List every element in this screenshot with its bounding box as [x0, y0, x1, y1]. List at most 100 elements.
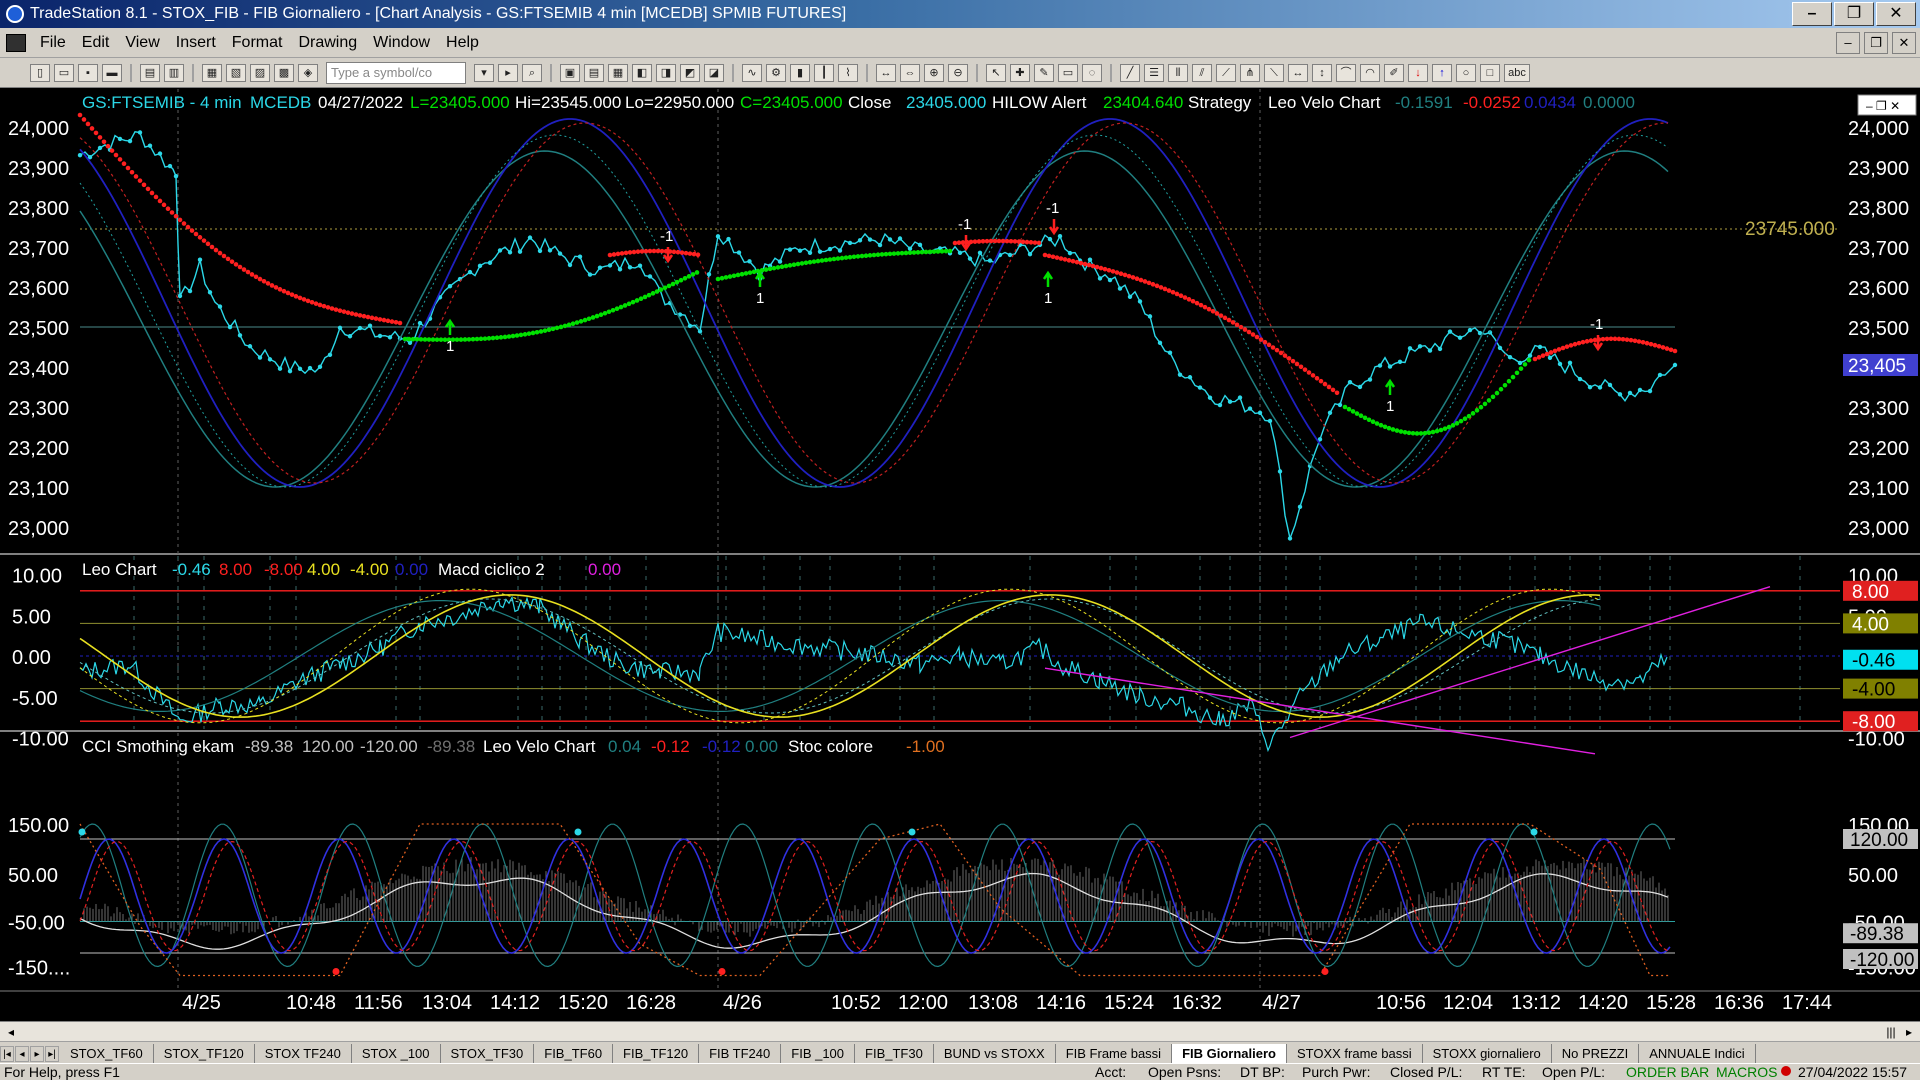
new-icon[interactable]: ▯ — [30, 63, 50, 82]
indicator-icon[interactable]: ∿ — [742, 63, 762, 82]
tab-stoxx-frame-bassi[interactable]: STOXX frame bassi — [1287, 1044, 1423, 1063]
tab-stox-tf60[interactable]: STOX_TF60 — [60, 1044, 154, 1063]
close-button[interactable]: ✕ — [1876, 2, 1916, 26]
line-chart-icon[interactable]: ⌇ — [838, 63, 858, 82]
speed-lines-icon[interactable]: ⟋ — [1216, 63, 1236, 82]
minimize-button[interactable]: – — [1792, 2, 1832, 26]
scroll-icon[interactable]: ↔ — [876, 63, 896, 82]
next-tab-icon[interactable]: ▸ — [30, 1045, 44, 1062]
paste-icon[interactable]: ▧ — [226, 63, 246, 82]
open-icon[interactable]: ▭ — [54, 63, 74, 82]
mdi-close-button[interactable]: ✕ — [1892, 32, 1916, 54]
crosshair-icon[interactable]: ✚ — [1010, 63, 1030, 82]
symbol-input[interactable]: Type a symbol/co — [326, 61, 466, 84]
tools-icon[interactable]: ✎ — [1034, 63, 1054, 82]
prev-tab-icon[interactable]: ◂ — [15, 1045, 29, 1062]
chart-analysis-icon[interactable]: ▣ — [560, 63, 580, 82]
scanner-icon[interactable]: ◧ — [632, 63, 652, 82]
expand-icon[interactable]: ⇔ — [900, 63, 920, 82]
arrow-down-red-icon[interactable]: ↓ — [1408, 63, 1428, 82]
zoom-out-icon[interactable]: ⊖ — [948, 63, 968, 82]
matrix-icon[interactable]: ▦ — [608, 63, 628, 82]
zoom-in-icon[interactable]: ⊕ — [924, 63, 944, 82]
play-icon[interactable]: ▸ — [498, 63, 518, 82]
hilow-up-dot — [1514, 370, 1520, 376]
menu-view[interactable]: View — [117, 34, 167, 52]
status-macros[interactable]: MACROS — [1716, 1064, 1777, 1080]
network-icon[interactable]: ◈ — [298, 63, 318, 82]
bar-chart-icon[interactable]: ▮ — [790, 63, 810, 82]
print-preview-icon[interactable]: ▤ — [140, 63, 160, 82]
andrews-pitchfork-icon[interactable]: ⋔ — [1240, 63, 1260, 82]
rectangle-icon[interactable]: □ — [1480, 63, 1500, 82]
trendline-icon[interactable]: ╱ — [1120, 63, 1140, 82]
candle-icon[interactable]: ┃ — [814, 63, 834, 82]
radar-screen-icon[interactable]: ▤ — [584, 63, 604, 82]
chart-canvas[interactable]: -1 -1 -1 -1 1 1 1 1 24,000 23,900 23,800 23,700 23,… — [0, 89, 1920, 1021]
text-icon[interactable]: abc — [1504, 63, 1530, 82]
fib-fan-icon[interactable]: ⟍ — [1264, 63, 1284, 82]
window-icon[interactable]: ◪ — [704, 63, 724, 82]
chart-window-icon[interactable] — [6, 33, 26, 52]
strategy-icon[interactable]: ⚙ — [766, 63, 786, 82]
status-order-bar[interactable]: ORDER BAR — [1626, 1064, 1709, 1080]
tab-fib-tf120[interactable]: FIB_TF120 — [613, 1044, 700, 1063]
tab-stox-tf30[interactable]: STOX_TF30 — [441, 1044, 535, 1063]
copy-icon[interactable]: ▦ — [202, 63, 222, 82]
alert-icon[interactable]: ◌ — [1082, 63, 1102, 82]
pointer-icon[interactable]: ↖ — [986, 63, 1006, 82]
menu-window[interactable]: Window — [365, 34, 438, 52]
first-tab-icon[interactable]: |◂ — [0, 1045, 14, 1062]
link-icon[interactable]: ▩ — [274, 63, 294, 82]
fib-arc-icon[interactable]: ◠ — [1360, 63, 1380, 82]
lookup-icon[interactable]: ⌕ — [522, 63, 542, 82]
tab-fib-100[interactable]: FIB _100 — [781, 1044, 856, 1063]
tab-fib-tf60[interactable]: FIB_TF60 — [534, 1044, 614, 1063]
menu-insert[interactable]: Insert — [168, 34, 224, 52]
scroll-right-icon[interactable]: ▸ — [1900, 1023, 1918, 1041]
menu-format[interactable]: Format — [224, 34, 291, 52]
gann-icon[interactable]: ⦀ — [1168, 63, 1188, 82]
scroll-left-icon[interactable]: ◂ — [2, 1023, 20, 1041]
tab-stox-tf120[interactable]: STOX_TF120 — [154, 1044, 255, 1063]
menu-drawing[interactable]: Drawing — [290, 34, 365, 52]
channel-icon[interactable]: ⫽ — [1192, 63, 1212, 82]
chart-analysis-window[interactable]: -1 -1 -1 -1 1 1 1 1 24,000 23,900 23,800 23,700 23,… — [0, 89, 1920, 1021]
ellipse-icon[interactable]: ○ — [1456, 63, 1476, 82]
last-tab-icon[interactable]: ▸| — [45, 1045, 59, 1062]
workspace-icon[interactable]: ◩ — [680, 63, 700, 82]
tab-stox-tf240[interactable]: STOX TF240 — [255, 1044, 352, 1063]
mdi-minimize-button[interactable]: – — [1836, 32, 1860, 54]
arrow-up-blue-icon[interactable]: ↑ — [1432, 63, 1452, 82]
maximize-button[interactable]: ❐ — [1834, 2, 1874, 26]
status-datetime: 27/04/2022 15:57 — [1798, 1064, 1907, 1080]
data-window-icon[interactable]: ▭ — [1058, 63, 1078, 82]
menu-help[interactable]: Help — [438, 34, 487, 52]
tab-bund-vs-stoxx[interactable]: BUND vs STOXX — [934, 1044, 1056, 1063]
arc-icon[interactable]: ⌒ — [1336, 63, 1356, 82]
menu-edit[interactable]: Edit — [74, 34, 118, 52]
scroll-handle-icon[interactable]: ||| — [1882, 1023, 1900, 1041]
tab-no-prezzi[interactable]: No PREZZI — [1552, 1044, 1640, 1063]
horizontal-scrollbar[interactable]: ◂ ||| ▸ — [0, 1022, 1920, 1042]
save-icon[interactable]: ▪ — [78, 63, 98, 82]
chevron-down-icon[interactable]: ▾ — [474, 63, 494, 82]
tab-fib-frame-bassi[interactable]: FIB Frame bassi — [1056, 1044, 1173, 1063]
hilow-up-dot — [799, 261, 805, 266]
tab-annuale-indici[interactable]: ANNUALE Indici — [1639, 1044, 1756, 1063]
print-icon[interactable]: ▥ — [164, 63, 184, 82]
tab-fib-tf240[interactable]: FIB TF240 — [699, 1044, 782, 1063]
folder-icon[interactable]: ▬ — [102, 63, 122, 82]
tab-fib-giornaliero[interactable]: FIB Giornaliero — [1172, 1044, 1287, 1063]
tab-stox-100[interactable]: STOX _100 — [352, 1044, 441, 1063]
tab-fib-tf30[interactable]: FIB_TF30 — [855, 1044, 934, 1063]
tab-stoxx-giornaliero[interactable]: STOXX giornaliero — [1423, 1044, 1552, 1063]
pencil-icon[interactable]: ✐ — [1384, 63, 1404, 82]
lock-icon[interactable]: ▨ — [250, 63, 270, 82]
fib-lines-icon[interactable]: ☰ — [1144, 63, 1164, 82]
horizontal-line-icon[interactable]: ↔ — [1288, 63, 1308, 82]
options-icon[interactable]: ◨ — [656, 63, 676, 82]
mdi-restore-button[interactable]: ❐ — [1864, 32, 1888, 54]
menu-file[interactable]: File — [32, 34, 74, 52]
vertical-line-icon[interactable]: ↕ — [1312, 63, 1332, 82]
